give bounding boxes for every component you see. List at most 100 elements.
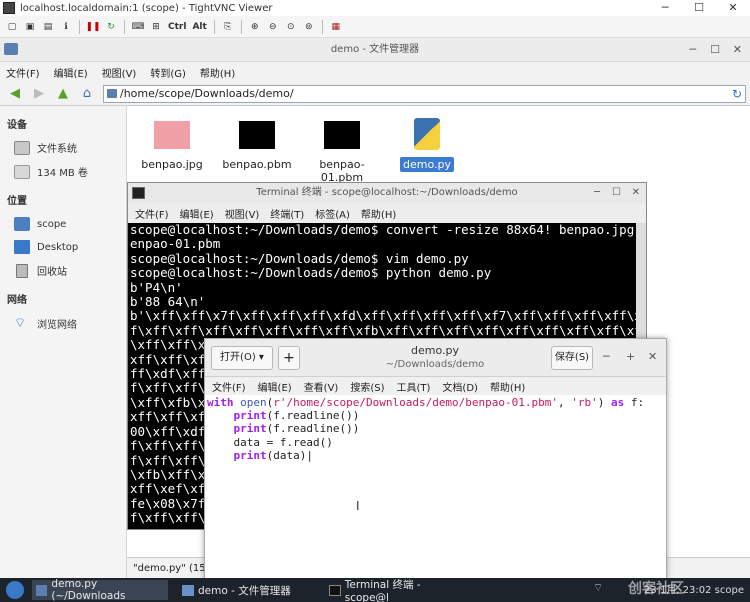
minimize-button[interactable]: ─ xyxy=(603,350,610,363)
menu-file[interactable]: 文件(F) xyxy=(135,206,169,221)
new-connection-icon[interactable]: ▢ xyxy=(4,19,20,35)
menu-help[interactable]: 帮助(H) xyxy=(361,206,396,221)
zoom-in-icon[interactable]: ⊕ xyxy=(247,19,263,35)
toolbar-divider xyxy=(213,19,215,34)
menu-go[interactable]: 转到(G) xyxy=(150,65,186,80)
menu-edit[interactable]: 编辑(E) xyxy=(258,379,292,394)
close-button[interactable]: ✕ xyxy=(716,0,750,16)
pause-icon[interactable]: ❚❚ xyxy=(85,19,101,35)
close-button[interactable]: ✕ xyxy=(632,183,640,203)
menu-view[interactable]: 视图(V) xyxy=(102,65,137,80)
clock[interactable]: 23 1月, 23:02 scope xyxy=(644,581,744,596)
builtin: open xyxy=(240,396,267,409)
path-input[interactable]: /home/scope/Downloads/demo/ ↻ xyxy=(103,85,746,103)
code-text: f: xyxy=(624,396,645,409)
menu-help[interactable]: 帮助(H) xyxy=(200,65,235,80)
sidebar-item-label: 134 MB 卷 xyxy=(37,168,88,179)
terminal-line: f\xff\xff\xff\xff\xff\xff\xff\xfb\xff\xf… xyxy=(130,322,636,338)
alt-key-button[interactable]: Alt xyxy=(190,19,208,35)
maximize-button[interactable]: ☐ xyxy=(612,183,621,203)
taskbar-item-file-manager[interactable]: demo - 文件管理器 xyxy=(178,580,318,600)
home-icon[interactable]: ⌂ xyxy=(78,86,96,102)
string-literal: 'rb' xyxy=(571,396,598,409)
menu-help[interactable]: 帮助(H) xyxy=(490,379,525,394)
file-item[interactable]: benpao.pbm xyxy=(212,116,302,172)
forward-arrow-icon[interactable]: ▶ xyxy=(30,86,48,102)
file-name: demo.py xyxy=(400,157,454,172)
clipboard-icon[interactable]: ⎘ xyxy=(220,19,236,35)
ctrl-alt-del-icon[interactable]: ⌨ xyxy=(130,19,146,35)
sidebar-item-label: 文件系统 xyxy=(37,144,77,155)
file-item-selected[interactable]: demo.py xyxy=(382,116,472,172)
sidebar-item-scope[interactable]: scope xyxy=(14,217,66,231)
win-key-icon[interactable]: ⊞ xyxy=(148,19,164,35)
menu-search[interactable]: 搜索(S) xyxy=(350,379,384,394)
save-button[interactable]: 保存(S) xyxy=(551,346,593,370)
editor-title: demo.py xyxy=(411,344,459,357)
code-text: data = f.read() xyxy=(233,435,333,449)
up-arrow-icon[interactable]: ▲ xyxy=(54,86,72,102)
zoom-out-icon[interactable]: ⊖ xyxy=(265,19,281,35)
code-line: with open(r'/home/scope/Downloads/demo/b… xyxy=(207,396,666,409)
sidebar-item-label: 回收站 xyxy=(37,267,67,278)
menu-edit[interactable]: 编辑(E) xyxy=(180,206,214,221)
options-icon[interactable]: ▤ xyxy=(40,19,56,35)
code-editor[interactable]: with open(r'/home/scope/Downloads/demo/b… xyxy=(205,395,666,579)
maximize-button[interactable]: ☐ xyxy=(710,38,720,62)
sidebar-item-desktop[interactable]: Desktop xyxy=(14,240,78,254)
menu-edit[interactable]: 编辑(E) xyxy=(54,65,88,80)
text-caret: | xyxy=(306,448,313,462)
vnc-app-icon xyxy=(3,2,15,14)
sidebar-item-trash[interactable]: 回收站 xyxy=(14,263,67,278)
sidebar-item-label: 浏览网络 xyxy=(37,320,77,331)
ctrl-key-button[interactable]: Ctrl xyxy=(166,19,188,35)
zoom-fit-icon[interactable]: ⊚ xyxy=(301,19,317,35)
close-button[interactable]: ✕ xyxy=(648,350,657,363)
refresh-icon[interactable]: ↻ xyxy=(732,86,742,102)
back-arrow-icon[interactable]: ◀ xyxy=(6,86,24,102)
terminal-menubar: 文件(F) 编辑(E) 视图(V) 终端(T) 标签(A) 帮助(H) xyxy=(128,203,646,223)
menu-documents[interactable]: 文档(D) xyxy=(442,379,478,394)
start-menu-icon[interactable] xyxy=(6,581,24,599)
zoom-100-icon[interactable]: ⊙ xyxy=(283,19,299,35)
menu-tools[interactable]: 工具(T) xyxy=(397,379,431,394)
taskbar: demo.py (~/Downloads demo - 文件管理器 Termin… xyxy=(0,578,750,602)
fullscreen-icon[interactable]: ▦ xyxy=(328,19,344,35)
vnc-titlebar: localhost.localdomain:1 (scope) - TightV… xyxy=(0,0,750,16)
network-tray-icon[interactable]: ⌔ xyxy=(585,581,611,599)
minimize-button[interactable]: ─ xyxy=(648,0,682,16)
file-item[interactable]: benpao.jpg xyxy=(127,116,217,172)
menu-terminal[interactable]: 终端(T) xyxy=(270,206,304,221)
home-folder-icon xyxy=(14,217,30,231)
menu-view[interactable]: 视图(V) xyxy=(225,206,260,221)
menu-file[interactable]: 文件(F) xyxy=(6,65,40,80)
minimize-button[interactable]: ─ xyxy=(689,38,696,62)
close-button[interactable]: ✕ xyxy=(733,38,742,62)
file-name: benpao.jpg xyxy=(141,158,203,171)
refresh-icon[interactable]: ↻ xyxy=(103,19,119,35)
file-manager-titlebar: demo - 文件管理器 ─ ☐ ✕ xyxy=(0,38,750,62)
maximize-button[interactable]: + xyxy=(626,350,635,363)
keyword: print xyxy=(233,422,267,436)
vnc-toolbar: ▢ ▣ ▤ ℹ ❚❚ ↻ ⌨ ⊞ Ctrl Alt ⎘ ⊕ ⊖ ⊙ ⊚ ▦ xyxy=(0,16,750,38)
menu-tabs[interactable]: 标签(A) xyxy=(315,206,350,221)
minimize-button[interactable]: ─ xyxy=(594,183,600,203)
sidebar-item-browse-network[interactable]: ⌔ 浏览网络 xyxy=(14,316,77,331)
file-item[interactable]: benpao-01.pbm xyxy=(297,116,387,185)
taskbar-item-terminal[interactable]: Terminal 终端 - scope@l xyxy=(325,579,465,602)
menu-file[interactable]: 文件(F) xyxy=(212,379,246,394)
info-icon[interactable]: ℹ xyxy=(58,19,74,35)
image-thumbnail-icon xyxy=(324,121,360,149)
open-button[interactable]: 打开(O) ▾ xyxy=(211,346,273,370)
sidebar-item-filesystem[interactable]: 文件系统 xyxy=(14,140,77,155)
new-tab-button[interactable]: + xyxy=(278,346,300,370)
save-icon[interactable]: ▣ xyxy=(22,19,38,35)
sidebar-item-volume[interactable]: 134 MB 卷 xyxy=(14,164,88,179)
chevron-down-icon: ▾ xyxy=(258,352,264,363)
file-manager-title: demo - 文件管理器 xyxy=(330,44,420,55)
terminal-line: scope@localhost:~/Downloads/demo$ conver… xyxy=(130,223,636,237)
text-editor-window: 打开(O) ▾ + demo.py ~/Downloads/demo 保存(S)… xyxy=(204,338,667,580)
menu-view[interactable]: 查看(V) xyxy=(304,379,339,394)
taskbar-item-editor[interactable]: demo.py (~/Downloads xyxy=(32,578,168,602)
maximize-button[interactable]: ☐ xyxy=(682,0,716,16)
